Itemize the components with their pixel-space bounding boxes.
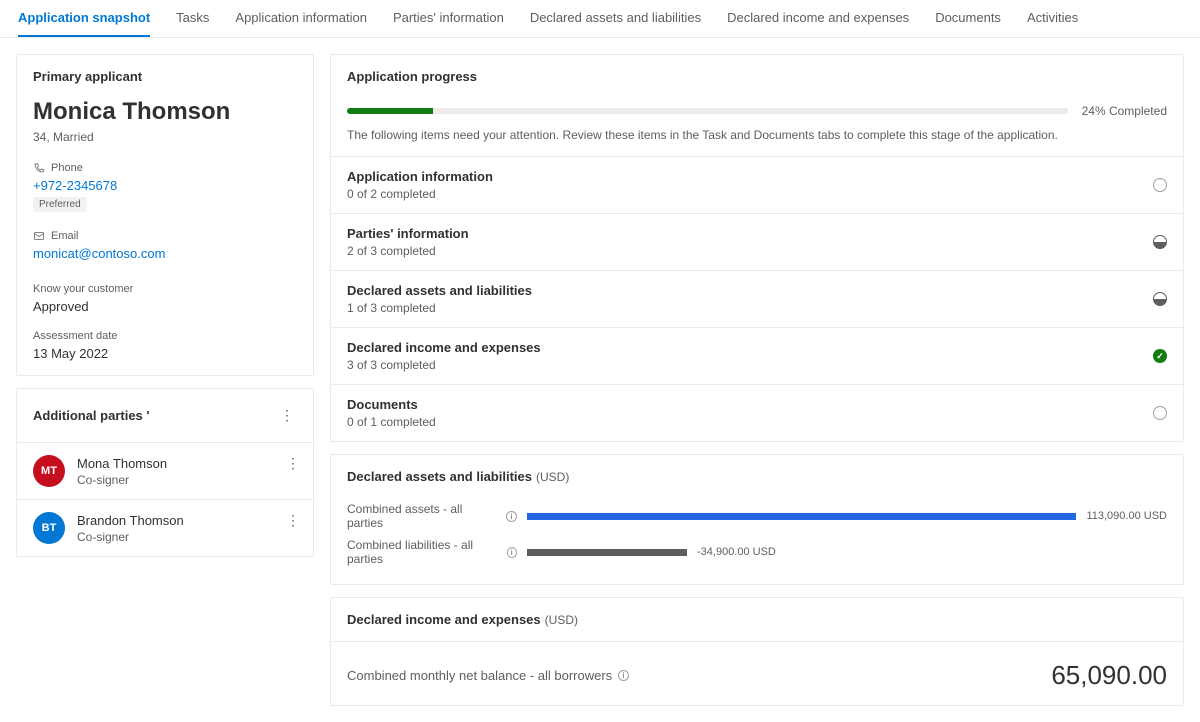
additional-parties-menu[interactable]: ⋮	[276, 403, 297, 428]
phone-label: Phone	[33, 162, 297, 174]
kyc-label: Know your customer	[33, 283, 297, 295]
phone-icon	[33, 162, 45, 174]
status-partial-icon	[1153, 292, 1167, 306]
info-icon[interactable]: i	[618, 670, 629, 681]
progress-item-sub: 3 of 3 completed	[347, 358, 541, 372]
application-progress-title: Application progress	[347, 69, 1167, 84]
tab-parties-information[interactable]: Parties' information	[393, 0, 504, 37]
primary-applicant-card: Primary applicant Monica Thomson 34, Mar…	[16, 54, 314, 376]
net-balance-value: 65,090.00	[1051, 660, 1167, 691]
party-row-menu[interactable]: ⋮	[282, 451, 303, 476]
progress-item-sub: 0 of 1 completed	[347, 415, 436, 429]
status-empty-icon	[1153, 406, 1167, 420]
status-partial-icon	[1153, 235, 1167, 249]
status-empty-icon	[1153, 178, 1167, 192]
tab-application-information[interactable]: Application information	[235, 0, 367, 37]
asset-bar-track	[527, 549, 687, 556]
assessment-date-value: 13 May 2022	[33, 346, 297, 361]
assessment-date-label: Assessment date	[33, 330, 297, 342]
additional-parties-title: Additional parties '	[33, 408, 150, 423]
tab-documents[interactable]: Documents	[935, 0, 1001, 37]
avatar: BT	[33, 512, 65, 544]
asset-bar-row: Combined liabilities - all parties i -34,…	[331, 534, 1183, 570]
assets-currency: (USD)	[536, 470, 569, 484]
info-icon[interactable]: i	[506, 511, 517, 522]
party-row[interactable]: MT Mona Thomson Co-signer ⋮	[17, 442, 313, 499]
assets-title: Declared assets and liabilities	[347, 469, 532, 484]
declared-assets-card: Declared assets and liabilities (USD) Co…	[330, 454, 1184, 585]
income-title: Declared income and expenses	[347, 612, 541, 627]
left-column: Primary applicant Monica Thomson 34, Mar…	[16, 54, 314, 557]
party-row-menu[interactable]: ⋮	[282, 508, 303, 533]
party-role: Co-signer	[77, 530, 184, 544]
tab-application-snapshot[interactable]: Application snapshot	[18, 0, 150, 37]
info-icon[interactable]: i	[507, 547, 517, 558]
tab-activities[interactable]: Activities	[1027, 0, 1078, 37]
asset-bar-value: 113,090.00 USD	[1086, 510, 1167, 522]
progress-item[interactable]: Declared income and expenses 3 of 3 compl…	[331, 327, 1183, 384]
asset-bar-value: -34,900.00 USD	[697, 546, 776, 558]
asset-bar-track	[527, 513, 1076, 520]
kyc-value: Approved	[33, 299, 297, 314]
email-value[interactable]: monicat@contoso.com	[33, 246, 165, 261]
party-name: Mona Thomson	[77, 456, 167, 471]
progress-item-title: Parties' information	[347, 226, 469, 241]
tab-tasks[interactable]: Tasks	[176, 0, 209, 37]
asset-bar-label: Combined liabilities - all parties i	[347, 538, 517, 566]
progress-item-title: Documents	[347, 397, 436, 412]
progress-item[interactable]: Parties' information 2 of 3 completed	[331, 213, 1183, 270]
asset-bar-row: Combined assets - all parties i 113,090.0…	[331, 498, 1183, 534]
avatar: MT	[33, 455, 65, 487]
email-label: Email	[33, 230, 297, 242]
tab-declared-assets-and-liabilities[interactable]: Declared assets and liabilities	[530, 0, 701, 37]
right-column: Application progress 24% Completed The f…	[330, 54, 1184, 706]
party-row[interactable]: BT Brandon Thomson Co-signer ⋮	[17, 499, 313, 556]
net-balance-label: Combined monthly net balance - all borro…	[347, 668, 629, 683]
phone-preferred-badge: Preferred	[33, 197, 87, 212]
party-name: Brandon Thomson	[77, 513, 184, 528]
party-role: Co-signer	[77, 473, 167, 487]
mail-icon	[33, 230, 45, 242]
progress-item-title: Declared income and expenses	[347, 340, 541, 355]
progress-item-sub: 2 of 3 completed	[347, 244, 469, 258]
progress-hint: The following items need your attention.…	[347, 128, 1167, 142]
progress-item-title: Application information	[347, 169, 493, 184]
progress-item[interactable]: Declared assets and liabilities 1 of 3 co…	[331, 270, 1183, 327]
applicant-summary: 34, Married	[33, 130, 297, 144]
progress-item[interactable]: Documents 0 of 1 completed	[331, 384, 1183, 441]
progress-item[interactable]: Application information 0 of 2 completed	[331, 156, 1183, 213]
progress-item-title: Declared assets and liabilities	[347, 283, 532, 298]
progress-item-sub: 0 of 2 completed	[347, 187, 493, 201]
declared-income-card: Declared income and expenses (USD) Combi…	[330, 597, 1184, 706]
applicant-name: Monica Thomson	[33, 98, 297, 126]
tab-declared-income-and-expenses[interactable]: Declared income and expenses	[727, 0, 909, 37]
status-complete-icon	[1153, 349, 1167, 363]
progress-bar	[347, 108, 1068, 114]
application-progress-card: Application progress 24% Completed The f…	[330, 54, 1184, 442]
progress-bar-fill	[347, 108, 433, 114]
additional-parties-card: Additional parties ' ⋮ MT Mona Thomson Co-…	[16, 388, 314, 557]
tab-bar: Application snapshot Tasks Application inf…	[0, 0, 1200, 38]
phone-value[interactable]: +972-2345678	[33, 178, 117, 193]
progress-item-sub: 1 of 3 completed	[347, 301, 532, 315]
primary-applicant-title: Primary applicant	[33, 69, 297, 84]
main-layout: Primary applicant Monica Thomson 34, Mar…	[0, 38, 1200, 722]
asset-bar-label: Combined assets - all parties i	[347, 502, 517, 530]
income-currency: (USD)	[545, 613, 578, 627]
progress-percent-label: 24% Completed	[1082, 104, 1167, 118]
